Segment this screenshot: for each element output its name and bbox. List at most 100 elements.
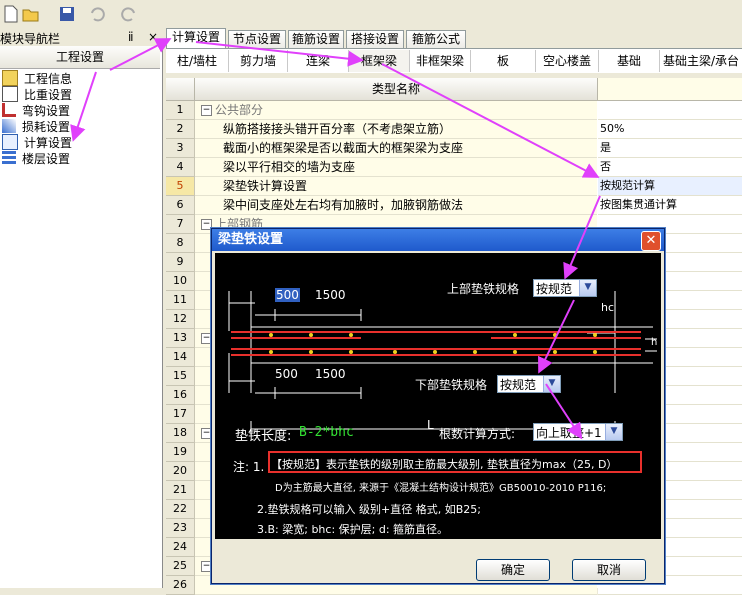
row-number: 18	[166, 424, 195, 443]
chevron-down-icon: ▼	[605, 424, 622, 440]
type-name-cell: 梁中间支座处左右均有加腋时，加腋钢筋做法	[195, 196, 597, 215]
subtab-coupling-beam[interactable]: 连梁	[288, 50, 349, 72]
hc-label: hc	[601, 301, 615, 314]
subtab-slab[interactable]: 板	[471, 50, 536, 72]
top-spec-select[interactable]: 按规范 ▼	[533, 279, 597, 297]
subtab-frame-beam[interactable]: 框架梁	[349, 50, 410, 72]
row-number: 5	[166, 177, 195, 196]
row-number: 11	[166, 291, 195, 310]
value-header	[598, 78, 742, 101]
row-number: 25	[166, 557, 195, 576]
close-icon[interactable]: ×	[148, 30, 158, 44]
dim-bottom-b: 1500	[315, 367, 346, 381]
row-number: 19	[166, 443, 195, 462]
value-cell[interactable]: 按规范计算	[598, 177, 742, 196]
top-spec-label: 上部垫铁规格	[447, 282, 520, 296]
row-number: 12	[166, 310, 195, 329]
tab-stirrup-formula[interactable]: 箍筋公式	[406, 30, 466, 48]
row-number: 6	[166, 196, 195, 215]
count-method-select[interactable]: 向上取整+1 ▼	[533, 423, 623, 441]
table-row[interactable]: 3 截面小的框架梁是否以截面大的框架梁为支座 是	[166, 139, 742, 158]
tab-lap-settings[interactable]: 搭接设置	[346, 30, 404, 48]
new-file-icon[interactable]	[2, 5, 20, 23]
type-name-cell: − 公共部分	[195, 101, 597, 120]
type-name-text: 公共部分	[215, 103, 264, 117]
cancel-button[interactable]: 取消	[572, 559, 646, 581]
row-number: 8	[166, 234, 195, 253]
project-settings-header[interactable]: 工程设置	[0, 46, 160, 69]
table-row[interactable]: 5 梁垫铁计算设置 按规范计算	[166, 177, 742, 196]
type-name-text: 梁中间支座处左右均有加腋时，加腋钢筋做法	[223, 198, 464, 212]
tab-node-settings[interactable]: 节点设置	[228, 30, 286, 48]
row-number: 14	[166, 348, 195, 367]
nav-item-calc[interactable]: 计算设置	[2, 134, 72, 150]
row-number: 21	[166, 481, 195, 500]
row-number: 17	[166, 405, 195, 424]
row-number: 4	[166, 158, 195, 177]
tab-calc-settings[interactable]: 计算设置	[166, 28, 226, 49]
row-number: 23	[166, 519, 195, 538]
table-row[interactable]: 4 梁以平行相交的墙为支座 否	[166, 158, 742, 177]
collapse-icon[interactable]: −	[201, 105, 212, 116]
dim-top-b: 1500	[315, 288, 346, 302]
nav-item-project-info[interactable]: 工程信息	[2, 70, 72, 86]
nav-item-hook[interactable]: 弯钩设置	[2, 102, 70, 118]
type-name-cell: 梁垫铁计算设置	[195, 177, 597, 196]
toolbar	[0, 0, 742, 30]
row-number: 13	[166, 329, 195, 348]
value-cell[interactable]: 否	[598, 158, 742, 177]
ok-button[interactable]: 确定	[476, 559, 550, 581]
bottom-spec-label: 下部垫铁规格	[415, 378, 488, 392]
redo-icon[interactable]	[120, 5, 138, 23]
h-label: h	[651, 337, 658, 348]
type-name-text: 截面小的框架梁是否以截面大的框架梁为支座	[223, 141, 464, 155]
loss-icon	[2, 119, 16, 133]
dim-bottom-a: 500	[275, 367, 298, 381]
value-cell[interactable]	[598, 101, 742, 120]
module-nav-panel: 工程设置 工程信息 比重设置 弯钩设置 损耗设置 计算设置 楼层设置	[0, 46, 163, 588]
note-1b: D为主筋最大直径, 来源于《混凝土结构设计规范》GB50010-2010 P11…	[275, 483, 607, 494]
open-folder-icon[interactable]	[22, 5, 40, 23]
undo-icon[interactable]	[88, 5, 106, 23]
row-number: 2	[166, 120, 195, 139]
floor-icon	[2, 151, 16, 165]
value-cell[interactable]: 50%	[598, 120, 742, 139]
table-row[interactable]: 6 梁中间支座处左右均有加腋时，加腋钢筋做法 按图集贯通计算	[166, 196, 742, 215]
dialog-title: 梁垫铁设置	[212, 229, 664, 251]
nav-item-loss[interactable]: 损耗设置	[2, 118, 70, 134]
nav-item-floor[interactable]: 楼层设置	[2, 150, 70, 166]
row-number: 22	[166, 500, 195, 519]
subtab-column[interactable]: 柱/墙柱	[166, 50, 229, 72]
pin-icon[interactable]: ⅱ	[128, 30, 134, 44]
subtab-foundation-main-beam[interactable]: 基础主梁/承台	[660, 50, 742, 72]
note-2: 2.垫铁规格可以输入 级别+直径 格式, 如B25;	[257, 503, 481, 516]
count-method-label: 根数计算方式:	[439, 427, 516, 441]
type-name-cell: 截面小的框架梁是否以截面大的框架梁为支座	[195, 139, 597, 158]
tab-stirrup-settings[interactable]: 箍筋设置	[288, 30, 344, 48]
value-cell[interactable]: 按图集贯通计算	[598, 196, 742, 215]
bottom-spec-select[interactable]: 按规范 ▼	[497, 375, 561, 393]
row-number: 3	[166, 139, 195, 158]
nav-item-density[interactable]: 比重设置	[2, 86, 72, 102]
save-icon[interactable]	[58, 5, 76, 23]
row-number: 10	[166, 272, 195, 291]
dim-top-a: 500	[275, 288, 300, 302]
subtab-shear-wall[interactable]: 剪力墙	[229, 50, 288, 72]
type-name-text: 梁以平行相交的墙为支座	[223, 160, 356, 174]
row-number: 16	[166, 386, 195, 405]
value-cell[interactable]: 是	[598, 139, 742, 158]
subtab-non-frame-beam[interactable]: 非框架梁	[410, 50, 471, 72]
beam-pad-dialog: 梁垫铁设置 ✕ 500 1500 500 1500 hc L h 上部垫铁规格 …	[211, 228, 665, 584]
row-number: 1	[166, 101, 195, 120]
dialog-close-button[interactable]: ✕	[641, 231, 661, 251]
subtab-foundation[interactable]: 基础	[599, 50, 660, 72]
table-row[interactable]: 1− 公共部分	[166, 101, 742, 120]
density-icon	[2, 86, 18, 102]
subtab-hollow-floor[interactable]: 空心楼盖	[536, 50, 599, 72]
type-name-text: 梁垫铁计算设置	[223, 179, 308, 193]
project-info-icon	[2, 70, 18, 86]
table-row[interactable]: 2 纵筋搭接接头错开百分率（不考虑架立筋） 50%	[166, 120, 742, 139]
member-subtabs: 柱/墙柱 剪力墙 连梁 框架梁 非框架梁 板 空心楼盖 基础 基础主梁/承台	[166, 48, 742, 73]
l-label: L	[427, 418, 434, 432]
row-number: 7	[166, 215, 195, 234]
